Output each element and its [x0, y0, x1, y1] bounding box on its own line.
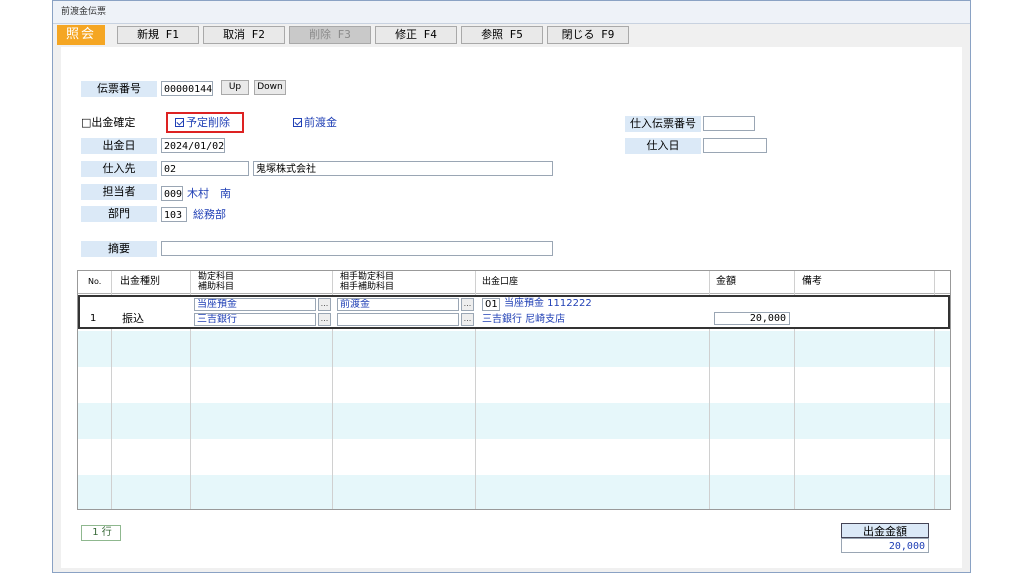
purchase-date-field[interactable]	[703, 138, 767, 153]
close-button[interactable]: 閉じる F9	[547, 26, 629, 44]
advance-label: 前渡金	[304, 116, 337, 129]
checkbox-icon	[293, 118, 302, 127]
supplier-label: 仕入先	[81, 161, 157, 177]
counter-subaccount-field[interactable]	[337, 313, 459, 326]
col-amount-header: 金額	[716, 276, 736, 287]
supplier-code-field[interactable]: 02	[161, 161, 249, 176]
bank-line-2: 三吉銀行 尼崎支店	[482, 314, 566, 325]
new-button[interactable]: 新規 F1	[117, 26, 199, 44]
person-label: 担当者	[81, 184, 157, 200]
counter-account-lookup-button[interactable]: ...	[461, 298, 474, 311]
voucher-no-label: 伝票番号	[81, 81, 157, 97]
total-label: 出金金額	[841, 523, 929, 538]
amount-field[interactable]: 20,000	[714, 312, 790, 325]
empty-row[interactable]	[78, 367, 950, 403]
bank-code-field[interactable]: 01	[482, 298, 500, 311]
counter-subaccount-lookup-button[interactable]: ...	[461, 313, 474, 326]
col-no-header: No.	[88, 277, 102, 286]
col-account-header: 勘定科目	[198, 272, 235, 282]
col-subaccount-header: 補助科目	[198, 282, 235, 292]
mode-indicator: 照会	[57, 25, 105, 45]
table-row[interactable]: 1 振込 当座預金 ... 三吉銀行 ... 前渡金 ... ... 01 当座…	[78, 295, 950, 329]
grid-header: No. 出金種別 勘定科目 補助科目 相手勘定科目 相手補助科目 出金口座 金額…	[78, 271, 950, 294]
subaccount-field[interactable]: 三吉銀行	[194, 313, 316, 326]
purchase-voucher-no-label: 仕入伝票番号	[625, 116, 701, 132]
voucher-no-field[interactable]: 00000144	[161, 81, 213, 96]
total-value: 20,000	[841, 538, 929, 553]
memo-label: 摘要	[81, 241, 157, 257]
subaccount-lookup-button[interactable]: ...	[318, 313, 331, 326]
row-type: 振込	[122, 312, 144, 325]
person-code-field[interactable]: 009	[161, 186, 183, 201]
bank-line-1: 当座預金 1112222	[504, 298, 592, 309]
toolbar: 照会 新規 F1 取消 F2 削除 F3 修正 F4 参照 F5 閉じる F9	[57, 25, 966, 45]
detail-grid: No. 出金種別 勘定科目 補助科目 相手勘定科目 相手補助科目 出金口座 金額…	[77, 270, 951, 510]
col-counter-sub-header: 相手補助科目	[340, 282, 395, 292]
up-button[interactable]: Up	[221, 80, 249, 95]
supplier-name-field[interactable]: 鬼塚株式会社	[253, 161, 553, 176]
voucher-window: 前渡金伝票 照会 新規 F1 取消 F2 削除 F3 修正 F4 参照 F5 閉…	[52, 0, 971, 573]
window-title: 前渡金伝票	[53, 1, 970, 24]
purchase-voucher-no-field[interactable]	[703, 116, 755, 131]
empty-row[interactable]	[78, 403, 950, 439]
advance-checkbox[interactable]: 前渡金	[293, 115, 337, 131]
memo-field[interactable]	[161, 241, 553, 256]
col-counter-header: 相手勘定科目	[340, 272, 395, 282]
account-field[interactable]: 当座預金	[194, 298, 316, 311]
counter-account-field[interactable]: 前渡金	[337, 298, 459, 311]
edit-button[interactable]: 修正 F4	[375, 26, 457, 44]
dept-code-field[interactable]: 103	[161, 207, 187, 222]
reference-button[interactable]: 参照 F5	[461, 26, 543, 44]
account-lookup-button[interactable]: ...	[318, 298, 331, 311]
delete-button[interactable]: 削除 F3	[289, 26, 371, 44]
cancel-button[interactable]: 取消 F2	[203, 26, 285, 44]
row-no: 1	[90, 313, 97, 324]
col-type-header: 出金種別	[120, 276, 160, 287]
dept-label: 部門	[81, 206, 157, 222]
payment-confirm-checkbox[interactable]: □出金確定	[81, 115, 135, 131]
payment-date-label: 出金日	[81, 138, 157, 154]
col-bank-header: 出金口座	[482, 277, 519, 287]
row-count: 1 行	[81, 525, 121, 541]
empty-row[interactable]	[78, 475, 950, 509]
empty-row[interactable]	[78, 331, 950, 367]
down-button[interactable]: Down	[254, 80, 286, 95]
purchase-date-label: 仕入日	[625, 138, 701, 154]
voucher-form: 伝票番号 00000144 Up Down □出金確定 予定削除 前渡金 仕入伝…	[61, 47, 962, 568]
highlight-box	[166, 112, 244, 133]
payment-date-field[interactable]: 2024/01/02	[161, 138, 225, 153]
person-name: 木村 南	[187, 187, 231, 200]
dept-name: 総務部	[193, 208, 226, 221]
empty-row[interactable]	[78, 439, 950, 475]
col-note-header: 備考	[802, 276, 822, 287]
